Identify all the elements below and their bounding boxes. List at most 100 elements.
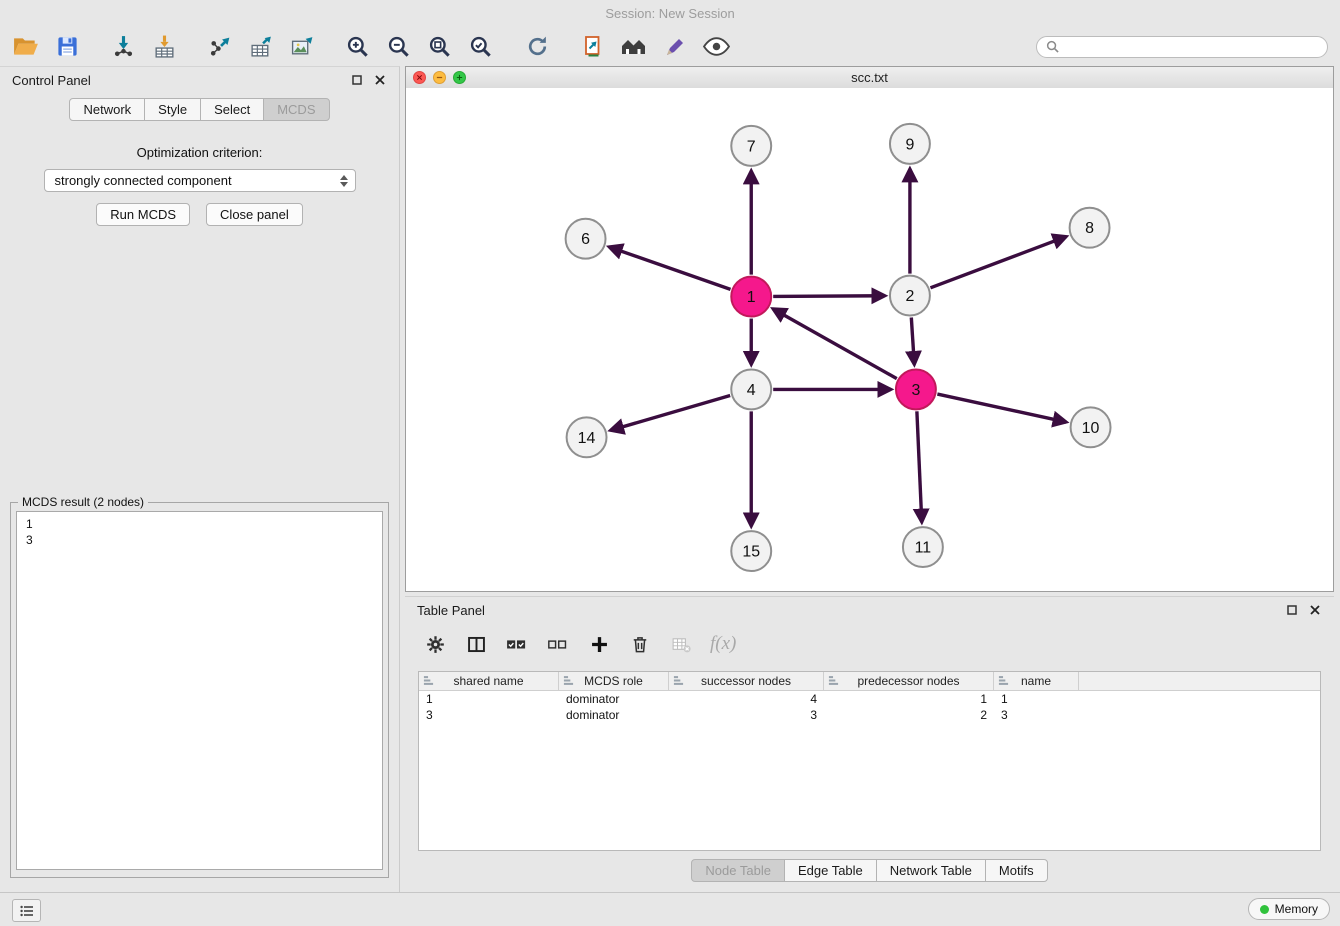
delete-table-icon <box>669 632 693 656</box>
network-window-title: scc.txt <box>851 70 888 85</box>
graph-node-11[interactable]: 11 <box>903 527 943 567</box>
save-session-button[interactable] <box>53 33 81 61</box>
column-header-successor-nodes[interactable]: successor nodes <box>669 672 824 690</box>
refresh-layout-button[interactable] <box>523 33 551 61</box>
style-brush-button[interactable] <box>661 33 689 61</box>
tab-style[interactable]: Style <box>144 98 201 121</box>
graph-node-3[interactable]: 3 <box>896 369 936 409</box>
app-window: Session: New Session <box>0 0 1340 926</box>
window-title: Session: New Session <box>605 6 734 21</box>
edge-1-6[interactable] <box>609 247 730 289</box>
close-panel-button[interactable]: Close panel <box>206 203 303 226</box>
show-graphics-eye-button[interactable] <box>702 33 730 61</box>
export-image-button[interactable] <box>288 33 316 61</box>
run-mcds-button[interactable]: Run MCDS <box>96 203 190 226</box>
tab-edge-table[interactable]: Edge Table <box>784 859 877 882</box>
edge-3-11[interactable] <box>917 411 922 522</box>
network-canvas[interactable]: 7 9 6 8 1 2 4 3 14 10 15 11 <box>406 88 1333 591</box>
memory-label: Memory <box>1275 902 1318 916</box>
edge-3-1[interactable] <box>773 309 897 379</box>
table-cell: 3 <box>669 708 824 722</box>
table-row[interactable]: 3dominator323 <box>419 707 1320 723</box>
column-header-name[interactable]: name <box>994 672 1079 690</box>
tab-network-table[interactable]: Network Table <box>876 859 986 882</box>
memory-button[interactable]: Memory <box>1248 898 1330 920</box>
svg-text:6: 6 <box>581 231 590 248</box>
window-traffic-lights <box>413 71 466 84</box>
tab-motifs[interactable]: Motifs <box>985 859 1048 882</box>
svg-text:2: 2 <box>905 288 914 305</box>
zoom-in-button[interactable] <box>344 33 372 61</box>
table-panel-header: Table Panel <box>405 597 1334 623</box>
close-window-icon[interactable] <box>413 71 426 84</box>
svg-text:1: 1 <box>747 289 756 306</box>
float-panel-icon[interactable] <box>350 73 364 87</box>
unselect-all-columns-icon[interactable] <box>546 632 570 656</box>
graph-node-15[interactable]: 15 <box>731 531 771 571</box>
graph-node-14[interactable]: 14 <box>567 417 607 457</box>
tab-network[interactable]: Network <box>69 98 145 121</box>
zoom-selected-button[interactable] <box>467 33 495 61</box>
tab-select[interactable]: Select <box>200 98 264 121</box>
tab-node-table[interactable]: Node Table <box>691 859 785 882</box>
network-overview-button[interactable] <box>620 33 648 61</box>
control-panel-tabs: NetworkStyleSelectMCDS <box>0 98 399 121</box>
table-panel-title: Table Panel <box>417 603 485 618</box>
table-cell: 1 <box>994 692 1079 706</box>
split-columns-icon[interactable] <box>464 632 488 656</box>
export-table-button[interactable] <box>247 33 275 61</box>
minimize-window-icon[interactable] <box>433 71 446 84</box>
function-builder-fx-icon: f(x) <box>710 633 736 655</box>
network-graph: 7 9 6 8 1 2 4 3 14 10 15 11 <box>406 88 1333 591</box>
graph-node-7[interactable]: 7 <box>731 126 771 166</box>
export-network-button[interactable] <box>206 33 234 61</box>
zoom-fit-button[interactable] <box>426 33 454 61</box>
table-row[interactable]: 1dominator411 <box>419 691 1320 707</box>
import-network-button[interactable] <box>109 33 137 61</box>
graph-node-1[interactable]: 1 <box>731 277 771 317</box>
tab-mcds[interactable]: MCDS <box>263 98 329 121</box>
graph-node-9[interactable]: 9 <box>890 124 930 164</box>
select-all-columns-icon[interactable] <box>505 632 529 656</box>
mcds-result-text[interactable]: 1 3 <box>16 511 383 870</box>
graph-node-4[interactable]: 4 <box>731 369 771 409</box>
criterion-dropdown[interactable]: strongly connected component <box>44 169 356 192</box>
close-table-panel-icon[interactable] <box>1308 603 1322 617</box>
maximize-window-icon[interactable] <box>453 71 466 84</box>
svg-text:9: 9 <box>905 136 914 153</box>
search-box[interactable] <box>1036 36 1328 58</box>
edge-2-8[interactable] <box>930 237 1066 288</box>
graph-node-2[interactable]: 2 <box>890 276 930 316</box>
graph-node-10[interactable]: 10 <box>1071 407 1111 447</box>
zoom-out-button[interactable] <box>385 33 413 61</box>
mcds-result-title: MCDS result (2 nodes) <box>18 495 148 509</box>
column-header-mcds-role[interactable]: MCDS role <box>559 672 669 690</box>
network-view-window: scc.txt 7 9 6 8 1 2 4 3 14 10 15 11 <box>405 66 1334 592</box>
add-column-plus-icon[interactable] <box>587 632 611 656</box>
svg-text:10: 10 <box>1082 420 1100 437</box>
table-settings-gear-icon[interactable] <box>423 632 447 656</box>
edge-2-3[interactable] <box>911 317 914 364</box>
panel-selector-button[interactable] <box>12 899 41 922</box>
edge-3-10[interactable] <box>937 394 1066 422</box>
table-cell: dominator <box>559 692 669 706</box>
edge-4-14[interactable] <box>611 396 731 431</box>
column-header-shared-name[interactable]: shared name <box>419 672 559 690</box>
graph-node-6[interactable]: 6 <box>566 219 606 259</box>
graph-node-8[interactable]: 8 <box>1070 208 1110 248</box>
open-session-button[interactable] <box>12 33 40 61</box>
node-table: shared nameMCDS rolesuccessor nodesprede… <box>418 671 1321 851</box>
edge-1-2[interactable] <box>773 296 885 297</box>
search-input[interactable] <box>1065 39 1318 55</box>
column-header-predecessor-nodes[interactable]: predecessor nodes <box>824 672 994 690</box>
float-table-panel-icon[interactable] <box>1285 603 1299 617</box>
new-network-view-button[interactable] <box>579 33 607 61</box>
network-window-titlebar[interactable]: scc.txt <box>406 67 1333 89</box>
table-cell: 4 <box>669 692 824 706</box>
close-control-panel-icon[interactable] <box>373 73 387 87</box>
import-table-button[interactable] <box>150 33 178 61</box>
search-icon <box>1046 40 1059 53</box>
svg-text:8: 8 <box>1085 220 1094 237</box>
criterion-selected-value: strongly connected component <box>55 173 232 188</box>
delete-column-trash-icon[interactable] <box>628 632 652 656</box>
